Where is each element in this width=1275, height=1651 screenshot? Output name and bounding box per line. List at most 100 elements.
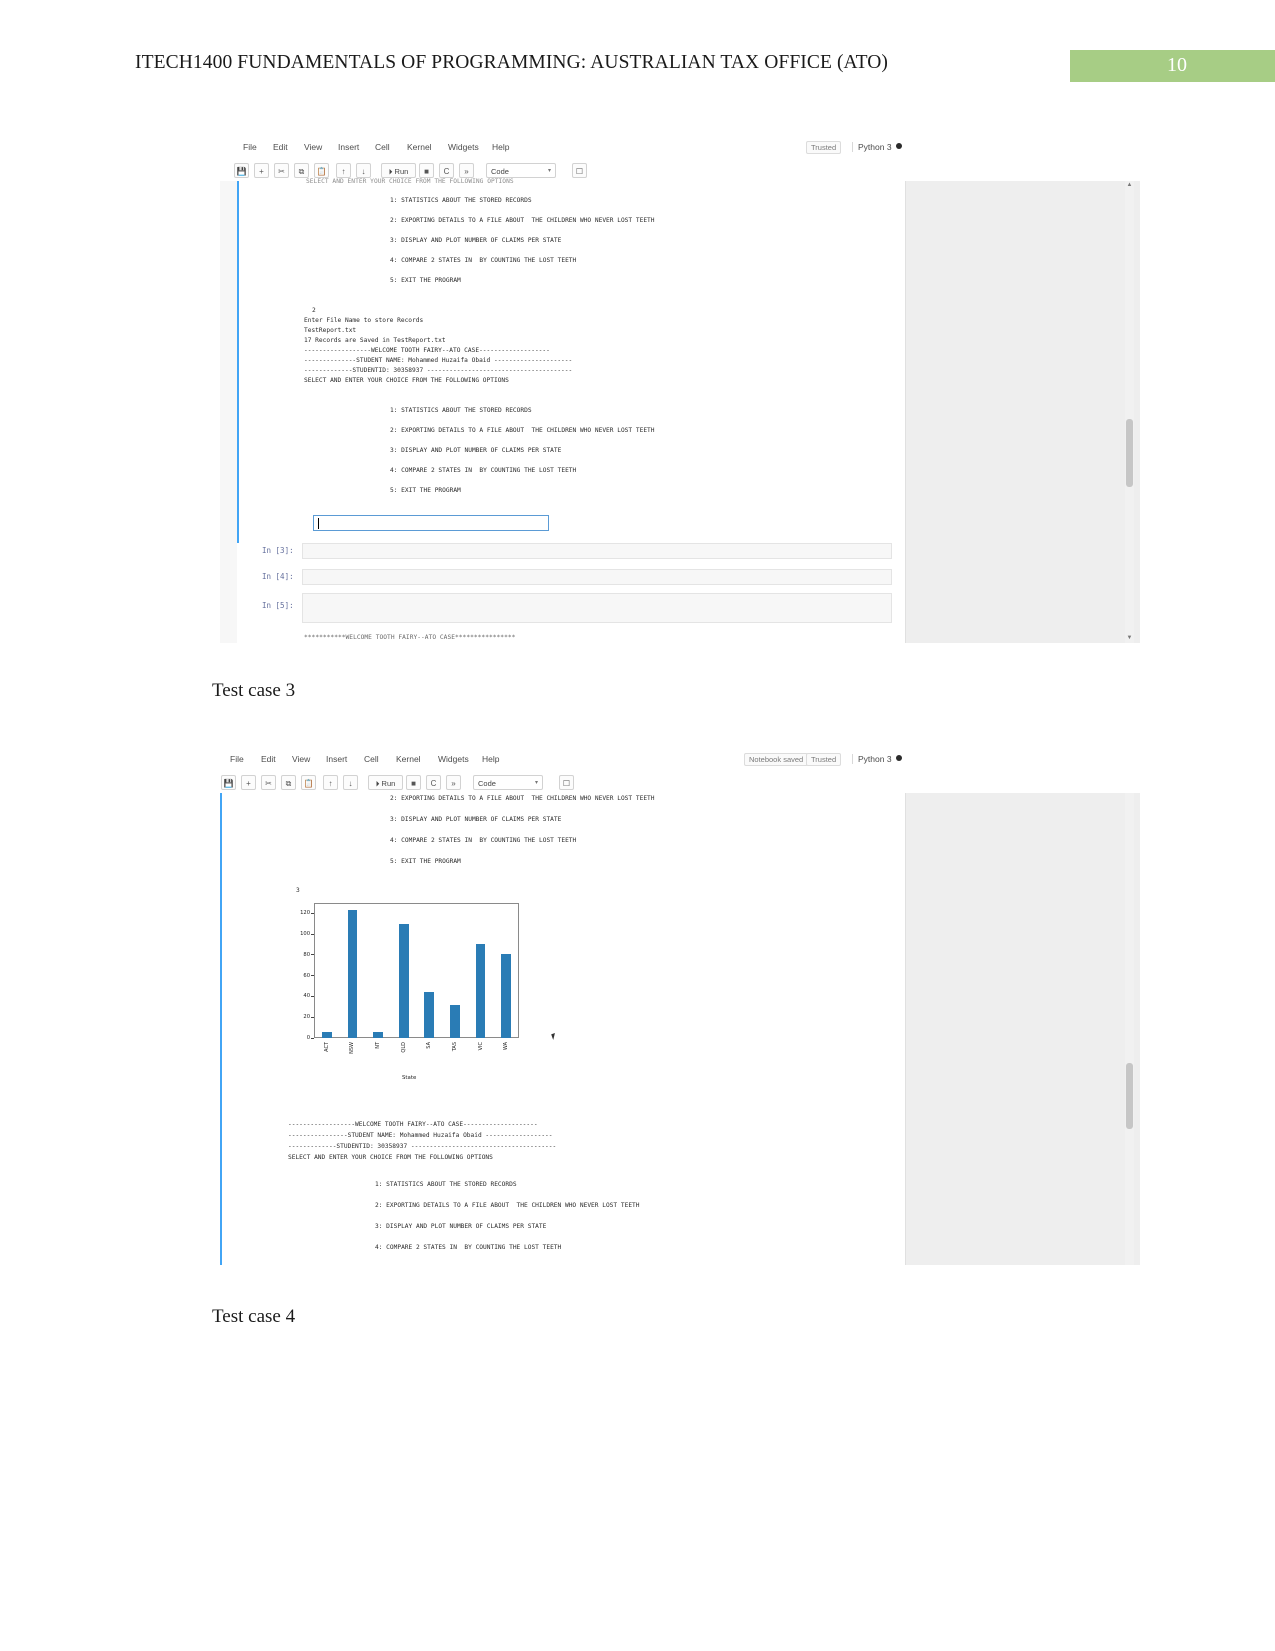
cell-input-in-3[interactable] bbox=[302, 543, 892, 559]
x-axis-tick-nsw: NSW bbox=[349, 1042, 356, 1054]
menu-help[interactable]: Help bbox=[492, 142, 509, 152]
chevron-down-icon: ▾ bbox=[547, 168, 551, 174]
paste-icon[interactable]: 📋 bbox=[314, 163, 329, 178]
menu-option-3-top: 3: DISPLAY AND PLOT NUMBER OF CLAIMS PER… bbox=[390, 237, 562, 244]
menu-file-2[interactable]: File bbox=[230, 754, 244, 764]
move-up-icon-2[interactable]: ↑ bbox=[323, 775, 338, 790]
menu-option-4-top-2: 4: COMPARE 2 STATES IN BY COUNTING THE L… bbox=[390, 837, 577, 844]
menu-file[interactable]: File bbox=[243, 142, 257, 152]
paste-icon-2[interactable]: 📋 bbox=[301, 775, 316, 790]
scrollbar-thumb-2[interactable] bbox=[1126, 1063, 1133, 1129]
x-axis-tick-act: ACT bbox=[323, 1042, 330, 1052]
bar-qld bbox=[398, 923, 409, 1038]
plot-area bbox=[314, 903, 519, 1038]
cell-type-value-2: Code bbox=[478, 779, 496, 788]
run-label-2: Run bbox=[381, 779, 396, 788]
vertical-scrollbar-1[interactable] bbox=[1125, 181, 1134, 643]
move-down-icon-2[interactable]: ↓ bbox=[343, 775, 358, 790]
vertical-scrollbar-2[interactable] bbox=[1125, 793, 1134, 1265]
cell-input-in-4[interactable] bbox=[302, 569, 892, 585]
save-icon[interactable]: 💾 bbox=[234, 163, 249, 178]
cell-type-select[interactable]: Code ▾ bbox=[486, 163, 556, 178]
notebook-left-gutter-1 bbox=[220, 181, 237, 643]
clipped-bottom-line-1: ***********WELCOME TOOTH FAIRY--ATO CASE… bbox=[304, 634, 516, 641]
menu-insert[interactable]: Insert bbox=[338, 142, 359, 152]
user-choice-echo-2: 3 bbox=[296, 887, 300, 894]
menu-widgets-2[interactable]: Widgets bbox=[438, 754, 469, 764]
menu-option-2-top-2: 2: EXPORTING DETAILS TO A FILE ABOUT THE… bbox=[390, 795, 655, 802]
move-down-icon[interactable]: ↓ bbox=[356, 163, 371, 178]
menu-kernel[interactable]: Kernel bbox=[407, 142, 432, 152]
menu-edit-2[interactable]: Edit bbox=[261, 754, 276, 764]
notebook-body-2: 2: EXPORTING DETAILS TO A FILE ABOUT THE… bbox=[220, 793, 1140, 1265]
y-axis-tick-mark-80 bbox=[311, 954, 314, 956]
run-button-2[interactable]: ⏵ Run bbox=[368, 775, 403, 790]
menu-view[interactable]: View bbox=[304, 142, 322, 152]
notebook-menubar-1: File Edit View Insert Cell Kernel Widget… bbox=[220, 138, 1140, 161]
cell-prompt-in-3: In [3]: bbox=[262, 546, 294, 555]
notebook-screenshot-1: File Edit View Insert Cell Kernel Widget… bbox=[220, 138, 1140, 643]
notebook-menubar-2: File Edit View Insert Cell Kernel Widget… bbox=[220, 750, 1140, 773]
x-axis-tick-tas: TAS bbox=[451, 1042, 458, 1052]
kernel-busy-icon-2 bbox=[895, 755, 902, 761]
stop-icon[interactable]: ■ bbox=[419, 163, 434, 178]
notebook-right-pane-2 bbox=[905, 793, 1140, 1265]
notebook-right-pane-1 bbox=[905, 181, 1140, 643]
move-up-icon[interactable]: ↑ bbox=[336, 163, 351, 178]
menu-option-5-bottom: 5: EXIT THE PROGRAM bbox=[390, 487, 461, 494]
kernel-busy-icon bbox=[895, 143, 902, 149]
restart-run-all-icon[interactable]: » bbox=[459, 163, 474, 178]
scissors-icon-2[interactable]: ✂ bbox=[261, 775, 276, 790]
cell-input-in-5[interactable] bbox=[302, 593, 892, 623]
menu-insert-2[interactable]: Insert bbox=[326, 754, 347, 764]
notebook-screenshot-2: File Edit View Insert Cell Kernel Widget… bbox=[220, 750, 1140, 1265]
scroll-down-arrow-icon-1[interactable]: ▼ bbox=[1125, 634, 1134, 643]
cell-type-select-2[interactable]: Code ▾ bbox=[473, 775, 543, 790]
notebook-saved-badge: Notebook saved bbox=[744, 753, 809, 766]
menu-edit[interactable]: Edit bbox=[273, 142, 288, 152]
restart-kernel-icon[interactable]: C bbox=[439, 163, 454, 178]
bar-act bbox=[321, 1031, 332, 1038]
run-button[interactable]: ⏵ Run bbox=[381, 163, 416, 178]
save-icon-2[interactable]: 💾 bbox=[221, 775, 236, 790]
menu-view-2[interactable]: View bbox=[292, 754, 310, 764]
keyboard-icon[interactable]: ☐ bbox=[572, 163, 587, 178]
menu-cell[interactable]: Cell bbox=[375, 142, 390, 152]
menu-widgets[interactable]: Widgets bbox=[448, 142, 479, 152]
claims-per-state-bar-chart: 0 20 40 60 80 100 120 ACT NSW NT QLD SA TAS VIC WA Sta… bbox=[280, 903, 540, 1103]
kernel-indicator-2[interactable]: Python 3 bbox=[852, 754, 902, 764]
x-axis-tick-vic: VIC bbox=[477, 1042, 484, 1051]
scroll-up-arrow-icon-1[interactable]: ▲ bbox=[1125, 181, 1134, 190]
restart-kernel-icon-2[interactable]: C bbox=[426, 775, 441, 790]
menu-help-2[interactable]: Help bbox=[482, 754, 499, 764]
menu-option-3-bottom-2: 3: DISPLAY AND PLOT NUMBER OF CLAIMS PER… bbox=[375, 1223, 547, 1230]
caption-test-case-4: Test case 4 bbox=[212, 1306, 296, 1327]
banner-student-name-2: ----------------STUDENT NAME: Mohammed H… bbox=[288, 1132, 553, 1139]
menu-kernel-2[interactable]: Kernel bbox=[396, 754, 421, 764]
kernel-indicator[interactable]: Python 3 bbox=[852, 142, 902, 152]
menu-option-5-top: 5: EXIT THE PROGRAM bbox=[390, 277, 461, 284]
menu-option-2-bottom-2: 2: EXPORTING DETAILS TO A FILE ABOUT THE… bbox=[375, 1202, 640, 1209]
y-axis-tick-mark-120 bbox=[311, 912, 314, 914]
stop-icon-2[interactable]: ■ bbox=[406, 775, 421, 790]
y-axis-tick-mark-40 bbox=[311, 995, 314, 997]
y-axis-tick-100: 100 bbox=[300, 931, 310, 938]
keyboard-icon-2[interactable]: ☐ bbox=[559, 775, 574, 790]
restart-run-all-icon-2[interactable]: » bbox=[446, 775, 461, 790]
add-cell-button-2[interactable]: + bbox=[241, 775, 256, 790]
scrollbar-thumb-1[interactable] bbox=[1126, 419, 1133, 487]
trusted-badge-2[interactable]: Trusted bbox=[806, 753, 842, 766]
menu-cell-2[interactable]: Cell bbox=[364, 754, 379, 764]
banner-student-name-1: --------------STUDENT NAME: Mohammed Huz… bbox=[304, 357, 573, 364]
trusted-badge[interactable]: Trusted bbox=[806, 141, 842, 154]
scissors-icon[interactable]: ✂ bbox=[274, 163, 289, 178]
y-axis-tick-mark-20 bbox=[311, 1016, 314, 1018]
copy-icon-2[interactable]: ⧉ bbox=[281, 775, 296, 790]
add-cell-button[interactable]: + bbox=[254, 163, 269, 178]
bar-sa bbox=[424, 992, 435, 1038]
menu-option-3-top-2: 3: DISPLAY AND PLOT NUMBER OF CLAIMS PER… bbox=[390, 816, 562, 823]
y-axis-tick-mark-0 bbox=[311, 1037, 314, 1039]
notebook-toolbar-2: 💾 + ✂ ⧉ 📋 ↑ ↓ ⏵ Run ■ C » Code ▾ ☐ bbox=[220, 772, 1140, 794]
stdin-input-1[interactable] bbox=[313, 515, 549, 531]
copy-icon[interactable]: ⧉ bbox=[294, 163, 309, 178]
